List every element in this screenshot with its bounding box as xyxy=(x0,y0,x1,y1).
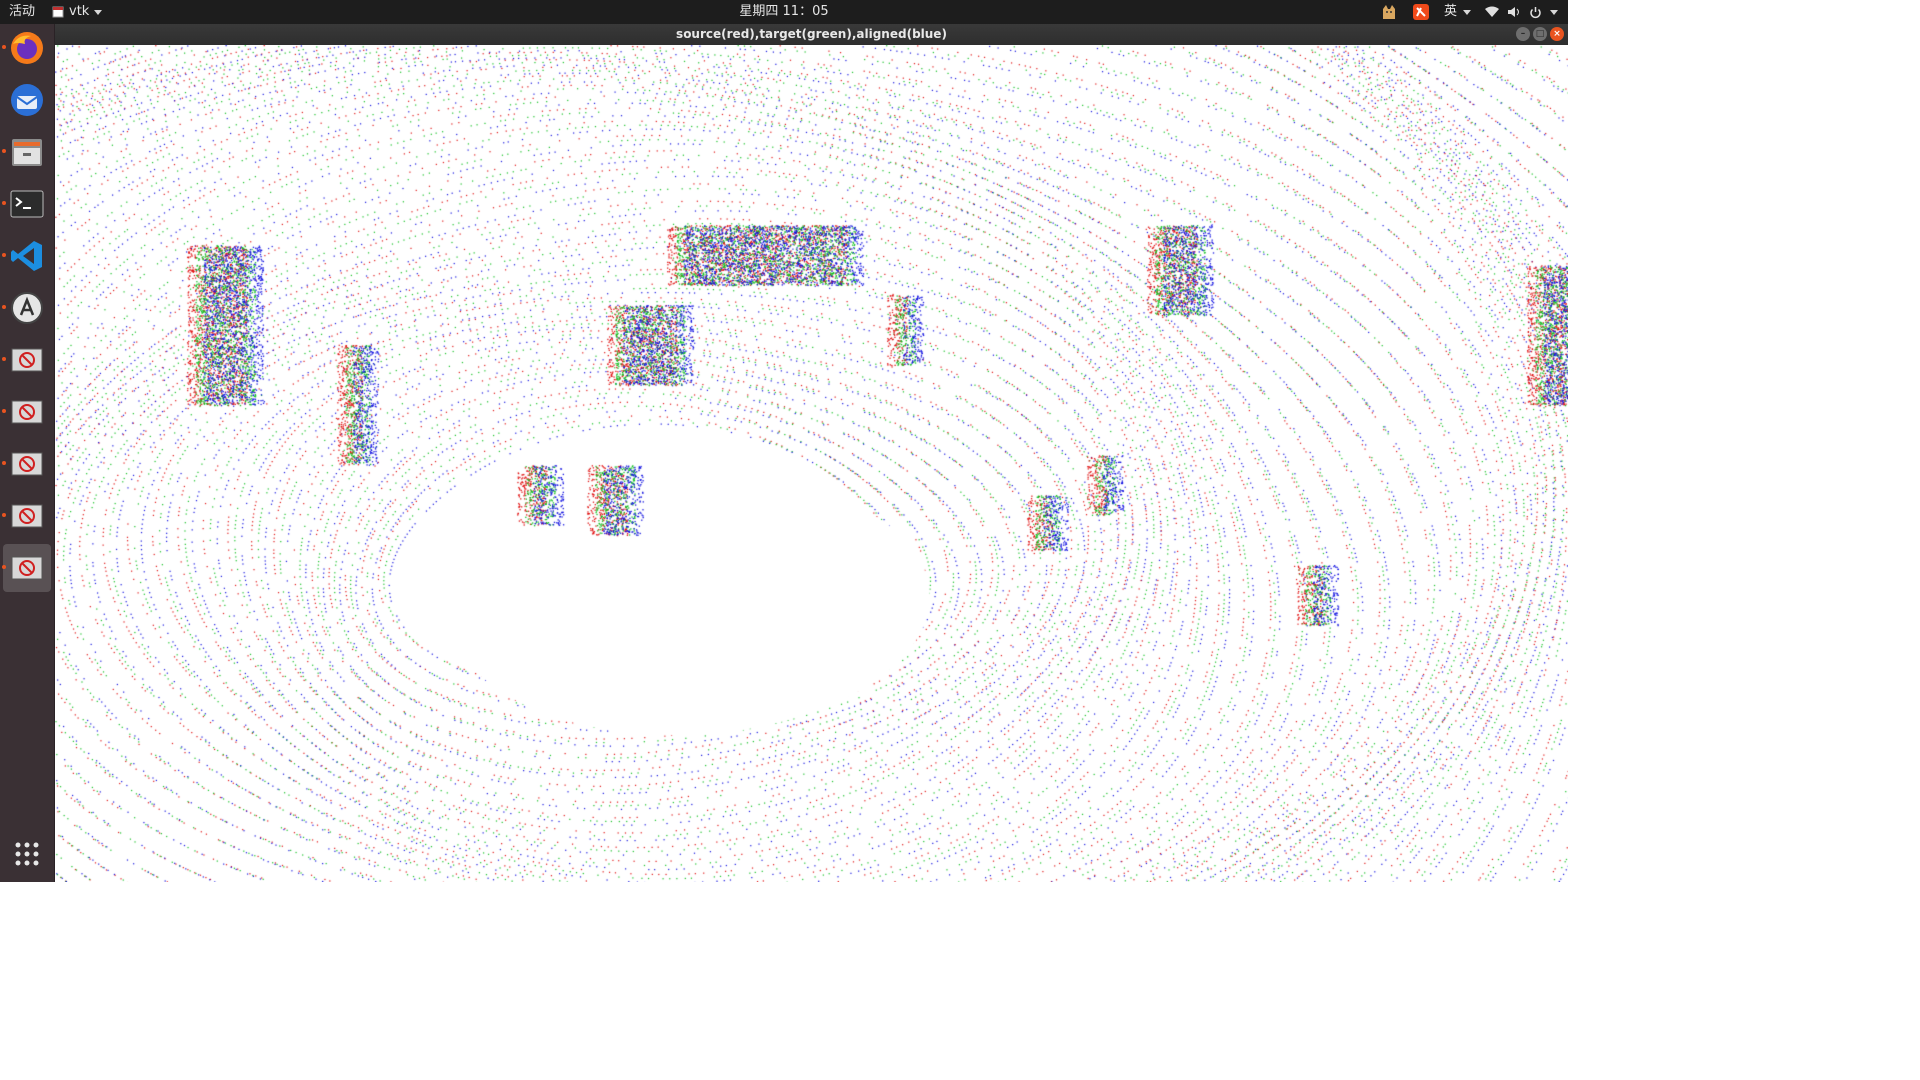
unknown-app-icon xyxy=(11,348,43,372)
firefox-icon xyxy=(11,32,43,64)
dock xyxy=(0,24,55,882)
running-indicator xyxy=(2,513,6,517)
wifi-icon xyxy=(1485,6,1499,17)
dock-item-app[interactable] xyxy=(2,492,51,540)
activities-button[interactable]: 活动 xyxy=(9,0,35,24)
running-indicator xyxy=(2,357,6,361)
app-menu-label: vtk xyxy=(69,4,90,19)
power-icon xyxy=(1530,6,1541,18)
cat-indicator-icon[interactable] xyxy=(1380,3,1398,21)
maximize-button[interactable]: □ xyxy=(1533,27,1547,41)
dock-item-vscode[interactable] xyxy=(2,232,51,280)
unknown-app-icon xyxy=(11,504,43,528)
software-updater-icon xyxy=(11,292,43,324)
running-indicator xyxy=(2,461,6,465)
running-indicator xyxy=(2,45,6,49)
window-title-bar[interactable]: source(red),target(green),aligned(blue) … xyxy=(55,24,1568,45)
terminal-icon xyxy=(10,190,44,218)
running-indicator xyxy=(2,149,6,153)
running-indicator xyxy=(2,305,6,309)
notification-app-icon[interactable] xyxy=(1412,3,1430,21)
chevron-down-icon xyxy=(1463,9,1471,15)
dock-item-app[interactable] xyxy=(2,336,51,384)
grid-icon xyxy=(15,842,39,866)
unknown-app-icon xyxy=(11,400,43,424)
close-button[interactable]: × xyxy=(1550,27,1564,41)
chevron-down-icon xyxy=(94,9,103,15)
vtk-render-viewport[interactable] xyxy=(55,45,1568,882)
input-method-label: 英 xyxy=(1443,4,1457,19)
running-indicator xyxy=(2,409,6,413)
thunderbird-icon xyxy=(11,84,43,116)
dock-item-files[interactable] xyxy=(2,128,51,176)
point-cloud-canvas[interactable] xyxy=(55,45,1568,882)
dock-item-terminal[interactable] xyxy=(2,180,51,228)
dock-item-software-updater[interactable] xyxy=(2,284,51,332)
dock-item-vtk-active[interactable] xyxy=(2,544,51,592)
unknown-app-icon xyxy=(11,556,43,580)
dock-item-firefox[interactable] xyxy=(2,24,51,72)
unknown-app-icon xyxy=(11,452,43,476)
files-icon xyxy=(12,139,42,166)
window-title: source(red),target(green),aligned(blue) xyxy=(676,27,947,41)
clock[interactable]: 星期四 11：05 xyxy=(739,4,828,19)
dock-item-thunderbird[interactable] xyxy=(3,76,51,124)
vtk-app-icon xyxy=(52,6,64,18)
chevron-down-icon xyxy=(1550,9,1558,15)
show-applications-button[interactable] xyxy=(3,830,51,878)
running-indicator xyxy=(2,565,6,569)
vscode-icon xyxy=(11,241,42,271)
volume-icon xyxy=(1508,7,1519,17)
dock-item-app[interactable] xyxy=(2,388,51,436)
minimize-button[interactable]: – xyxy=(1516,27,1530,41)
dock-item-app[interactable] xyxy=(2,440,51,488)
app-menu[interactable]: vtk xyxy=(52,0,103,24)
system-menu[interactable] xyxy=(1485,6,1558,19)
running-indicator xyxy=(2,201,6,205)
top-bar: 活动 vtk 星期四 11：05 英 xyxy=(0,0,1568,24)
running-indicator xyxy=(2,253,6,257)
input-method-menu[interactable]: 英 xyxy=(1444,0,1471,24)
